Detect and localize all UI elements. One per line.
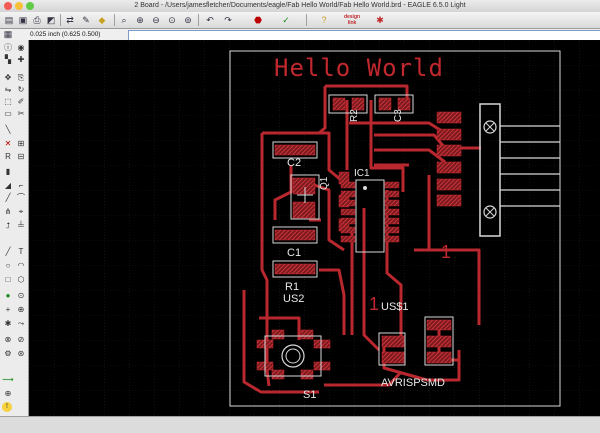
grid [29,40,600,416]
window-title: 2 Board - /Users/jamesfletcher/Documents… [134,2,466,9]
change-icon[interactable]: ✐ [15,96,27,107]
board-drawing[interactable]: Hello World R2 C3 C2 IC1 Q1 C1 R1 US2 US… [29,40,600,416]
label-r1: R1 [285,281,299,293]
via-icon[interactable]: ● [2,290,14,301]
label-ic1: IC1 [354,168,370,179]
route-icon[interactable]: ⌒ [15,192,27,203]
label-q1: Q1 [319,176,330,190]
status-bar [0,416,600,433]
line-icon[interactable]: ╱ [2,246,14,257]
mark-icon[interactable]: ✚ [15,54,27,65]
label-us2: US2 [283,293,304,305]
split-icon[interactable]: ⌐ [15,180,27,191]
board-switch-icon[interactable]: ⇄ [64,14,76,26]
group-icon[interactable]: ⬚ [2,96,14,107]
erc-icon[interactable]: ⊗ [2,334,14,345]
board-canvas[interactable]: Hello World R2 C3 C2 IC1 Q1 C1 R1 US2 US… [29,40,600,416]
label-s1: S1 [303,389,316,401]
pin-one-marker-a: 1 [441,242,451,262]
coordinate-readout: 0.025 inch (0.625 0.500) [30,31,101,38]
ruler-icon[interactable]: ╲ [2,124,14,135]
ripup-icon[interactable]: ⋔ [2,206,14,217]
left-toolbar: ⓘ ◉ ▚ ✚ ✥ ⎘ ⇋ ↻ ⬚ ✐ ▭ ✂ ╲ ✕ ⊞ R ⊟ ▮ ◢ ⌐ … [0,40,29,432]
zoom-out-icon[interactable]: ⊖ [150,14,162,26]
gate-icon[interactable]: ⚙ [2,348,14,359]
add-icon[interactable]: ⊞ [15,138,27,149]
zoom-select-icon[interactable]: ⊚ [182,14,194,26]
undo-icon[interactable]: ↶ [204,14,216,26]
settings-icon[interactable]: ✱ [374,14,386,26]
circle-icon[interactable]: ○ [2,260,14,271]
stop-icon[interactable]: ⬣ [252,14,264,26]
grid-icon[interactable]: ▦ [3,29,13,40]
label-c1: C1 [287,247,301,259]
mirror-icon[interactable]: ⇋ [2,84,14,95]
cut-icon[interactable]: ✂ [15,108,27,119]
drc-icon[interactable]: ⊘ [15,334,27,345]
value-icon[interactable]: ⊟ [15,151,27,162]
polygon-icon[interactable]: ⬡ [15,274,27,285]
save-icon[interactable]: ▣ [17,14,29,26]
smash-icon[interactable]: ▮ [2,166,14,177]
zoom-in-icon[interactable]: ⊕ [134,14,146,26]
zoom-redraw-icon[interactable]: ⊙ [166,14,178,26]
main-toolbar: ▤ ▣ ⎙ ◩ ⇄ ✎ ◆ ⌕ ⊕ ⊖ ⊙ ⊚ ↶ ↷ ⬣ ✓ ? design… [0,12,600,29]
layer-icon[interactable]: ╧ [15,220,27,231]
optimize-icon[interactable]: ╱ [2,192,14,203]
label-us1: US$1 [381,301,409,313]
route-auto-icon[interactable]: ⟿ [2,374,14,385]
label-avrispsmd: AVRISPSMD [381,377,445,389]
errors-icon[interactable]: ⊛ [15,348,27,359]
dimension-icon[interactable]: ⊕ [15,304,27,315]
miter-icon[interactable]: ◢ [2,180,14,191]
wire-icon[interactable]: ⌖ [15,206,27,217]
copy-icon[interactable]: ⎘ [15,72,27,83]
run-icon[interactable]: ◆ [96,14,108,26]
print-icon[interactable]: ⎙ [31,14,43,26]
show-icon[interactable]: ◉ [15,42,27,53]
cam-processor-icon[interactable]: ⊕ [2,388,14,399]
display-icon[interactable]: ▚ [2,54,14,65]
help-icon[interactable]: ? [318,14,330,26]
label-c3: C3 [393,109,404,122]
attribute-icon[interactable]: + [2,304,14,315]
text-icon[interactable]: T [15,246,27,257]
arc-icon[interactable]: ◠ [15,260,27,271]
zoom-fit-icon[interactable]: ⌕ [118,14,130,26]
rotate-icon[interactable]: ↻ [15,84,27,95]
board-title-text: Hello World [274,54,444,82]
warning-icon[interactable]: ! [2,402,12,412]
delete-icon[interactable]: ✕ [2,138,14,149]
bend-icon[interactable]: ⮥ [2,220,14,231]
rect-icon[interactable]: □ [2,274,14,285]
hole-icon[interactable]: ⊙ [15,290,27,301]
info-icon[interactable]: ⓘ [2,42,14,53]
move-icon[interactable]: ✥ [2,72,14,83]
go-icon[interactable]: ✓ [280,14,292,26]
paste-icon[interactable]: ▭ [2,108,14,119]
script-icon[interactable]: ✎ [80,14,92,26]
design-link-icon[interactable]: design link [340,14,364,26]
cam-icon[interactable]: ◩ [45,14,57,26]
label-c2: C2 [287,157,301,169]
label-r2: R2 [349,109,360,122]
redo-icon[interactable]: ↷ [222,14,234,26]
auto-icon[interactable]: ⤳ [15,318,27,329]
name-icon[interactable]: R [2,151,14,162]
pin-one-marker-b: 1 [369,294,379,314]
ratsnest-icon[interactable]: ✱ [2,318,14,329]
open-icon[interactable]: ▤ [3,14,15,26]
